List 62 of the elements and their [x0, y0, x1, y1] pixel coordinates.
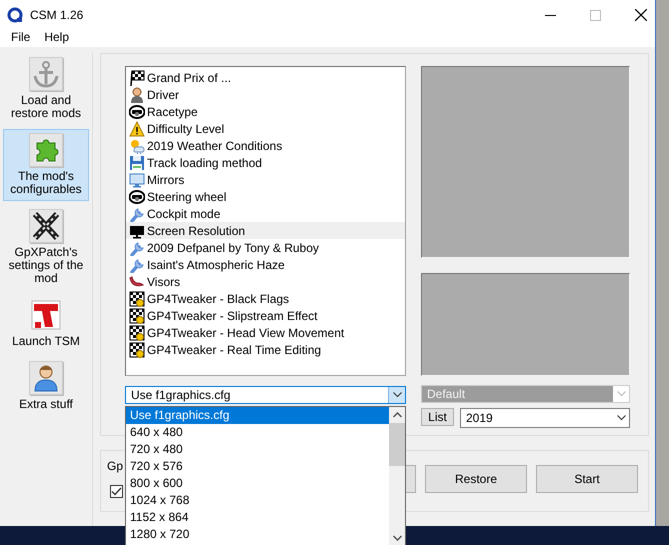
list-item[interactable]: Visors: [126, 273, 405, 290]
list-item[interactable]: Driver: [126, 86, 405, 103]
sidebar-item[interactable]: The mod's configurables: [3, 129, 89, 201]
list-item[interactable]: Steering wheel: [126, 188, 405, 205]
menu-item[interactable]: File: [4, 30, 38, 45]
caret-icon: [388, 387, 405, 403]
list-item[interactable]: GP4Tweaker - Real Time Editing: [126, 341, 405, 358]
list-item[interactable]: GP4Tweaker - Slipstream Effect: [126, 307, 405, 324]
dropdown-option[interactable]: 1280 x 720: [126, 526, 389, 543]
dropdown-option[interactable]: 1152 x 864: [126, 509, 389, 526]
checkered-flag-icon: [129, 290, 145, 306]
dropdown-option[interactable]: Use f1graphics.cfg: [126, 407, 389, 424]
list-item[interactable]: Isaint's Atmospheric Haze: [126, 256, 405, 273]
wrench-icon: [129, 206, 145, 222]
scroll-up-icon[interactable]: [392, 412, 402, 418]
dropdown-option[interactable]: 1024 x 768: [126, 492, 389, 509]
list-item[interactable]: 2009 Defpanel by Tony & Ruboy: [126, 239, 405, 256]
sidebar-item[interactable]: Load and restore mods: [3, 53, 89, 125]
dropdown-field[interactable]: Use f1graphics.cfg: [125, 386, 406, 404]
checkbox[interactable]: [110, 485, 123, 498]
scrollbar[interactable]: [389, 407, 405, 545]
list-item[interactable]: GP4Tweaker - Head View Movement: [126, 324, 405, 341]
list-item[interactable]: Grand Prix of ...: [126, 69, 405, 86]
list-item[interactable]: Track loading method: [126, 154, 405, 171]
dropdown-option[interactable]: 800 x 600: [126, 475, 389, 492]
checkered-flag-icon: [129, 342, 145, 358]
menu-item[interactable]: Help: [37, 30, 76, 45]
dropdown-option[interactable]: 720 x 480: [126, 441, 389, 458]
steering-wheel-icon: [129, 188, 145, 204]
steering-wheel-icon: [129, 104, 145, 120]
list-item[interactable]: 2019 Weather Conditions: [126, 137, 405, 154]
list-item[interactable]: GP4Tweaker - Black Flags: [126, 290, 405, 307]
checkered-flag-icon: [129, 308, 145, 324]
sidebar-item[interactable]: GpXPatch's settings of the mod: [3, 205, 89, 290]
list-button[interactable]: List: [421, 408, 454, 426]
flag-icon: [129, 70, 145, 86]
sidebar-item[interactable]: Extra stuff: [3, 357, 89, 416]
list-item[interactable]: Cockpit mode: [126, 205, 405, 222]
group-label: Gp: [107, 459, 124, 473]
close-icon[interactable]: [635, 9, 647, 21]
dropdown-option[interactable]: 640 x 480: [126, 424, 389, 441]
restore-button[interactable]: Restore: [425, 465, 527, 493]
window-title: CSM 1.26: [30, 8, 84, 22]
list-item[interactable]: Difficulty Level: [126, 120, 405, 137]
start-button[interactable]: Start: [536, 465, 638, 493]
sidebar-item[interactable]: Launch TSM: [3, 294, 89, 353]
app-logo-icon: [7, 7, 23, 23]
wrench-icon: [129, 256, 145, 272]
list-item[interactable]: Screen Resolution: [126, 222, 405, 239]
letter-t-icon: [29, 298, 63, 332]
wrench-icon: [129, 240, 145, 256]
scroll-down-icon[interactable]: [392, 535, 402, 541]
monitor-icon: [129, 172, 145, 188]
dropdown-option[interactable]: 720 x 576: [126, 458, 389, 475]
checkered-flag-icon: [129, 324, 145, 340]
caret-icon: [613, 386, 629, 402]
dropdown-field[interactable]: 2019: [460, 408, 630, 428]
list-item[interactable]: Racetype: [126, 103, 405, 120]
warning-icon: [129, 120, 145, 136]
list-item[interactable]: Mirrors: [126, 171, 405, 188]
person-icon: [129, 86, 145, 102]
weather-icon: [129, 138, 145, 154]
